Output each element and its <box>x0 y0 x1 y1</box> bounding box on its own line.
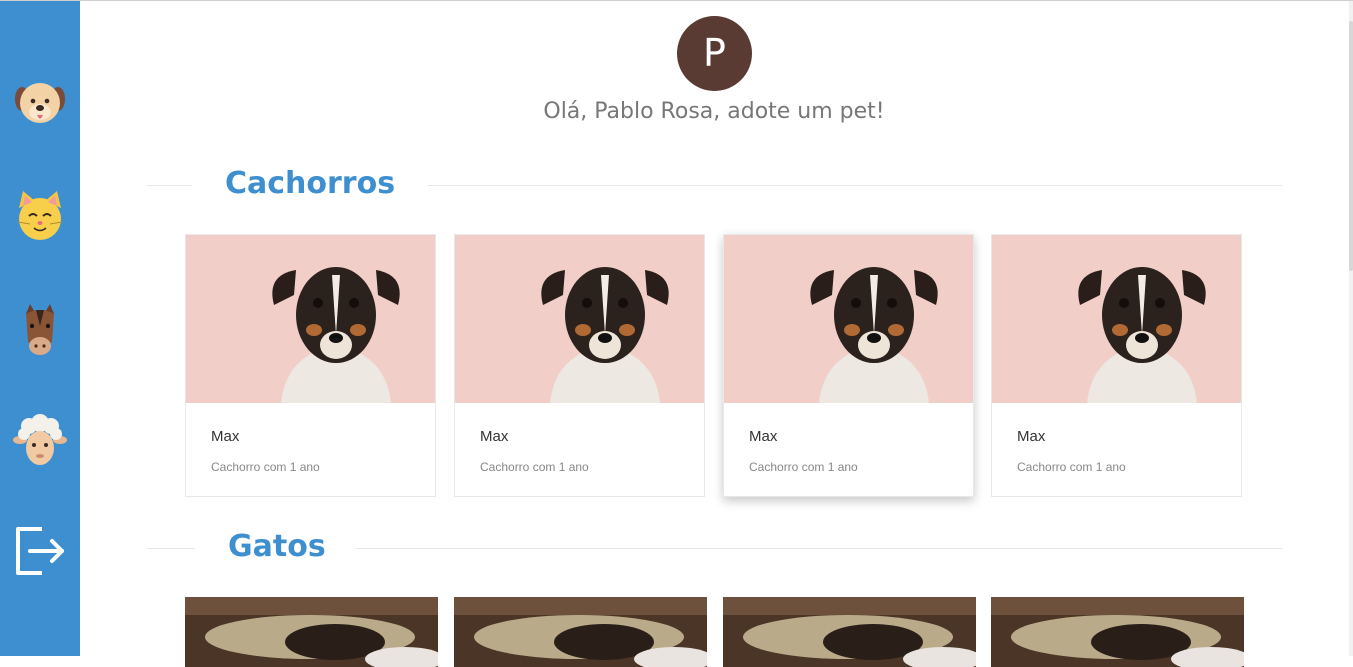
greeting-text: Olá, Pablo Rosa, adote um pet! <box>543 99 885 124</box>
cat-face-icon <box>17 191 63 240</box>
page-scrollbar[interactable] <box>1349 1 1353 656</box>
pet-description: Cachorro com 1 ano <box>480 460 589 474</box>
cat-photo-icon <box>185 597 438 667</box>
pet-description: Cachorro com 1 ano <box>1017 460 1126 474</box>
pet-name: Max <box>749 428 778 445</box>
pet-description: Cachorro com 1 ano <box>749 460 858 474</box>
sidebar-item-cats[interactable] <box>12 188 68 244</box>
pet-photo <box>724 235 973 403</box>
pet-name: Max <box>211 428 240 445</box>
section-divider-right <box>356 548 1282 549</box>
dog-face-icon <box>15 83 65 123</box>
dog-photo-icon <box>724 235 973 403</box>
dog-photo-icon <box>186 235 435 403</box>
logout-icon <box>16 527 64 575</box>
cat-photo-icon <box>991 597 1244 667</box>
pet-photo <box>992 235 1241 403</box>
pet-card[interactable]: Max Cachorro com 1 ano <box>991 234 1242 497</box>
scrollbar-thumb[interactable] <box>1349 21 1353 271</box>
pet-card[interactable] <box>723 597 976 667</box>
pet-card[interactable] <box>454 597 707 667</box>
pet-photo <box>186 235 435 403</box>
sidebar-item-logout[interactable] <box>12 523 68 579</box>
sheep-face-icon <box>13 414 67 465</box>
pet-card[interactable]: Max Cachorro com 1 ano <box>723 234 974 497</box>
top-border <box>0 0 1353 1</box>
pet-card[interactable] <box>185 597 438 667</box>
pet-description: Cachorro com 1 ano <box>211 460 320 474</box>
section-divider-right <box>428 185 1282 186</box>
dog-photo-icon <box>992 235 1241 403</box>
pet-name: Max <box>1017 428 1046 445</box>
section-title-dogs: Cachorros <box>225 166 396 201</box>
avatar: P <box>677 16 752 91</box>
sidebar-item-sheep[interactable] <box>12 414 68 470</box>
pet-name: Max <box>480 428 509 445</box>
sidebar <box>0 1 80 656</box>
section-divider-left <box>147 548 195 549</box>
cat-photo-icon <box>723 597 976 667</box>
pet-photo <box>455 235 704 403</box>
section-divider-left <box>147 185 192 186</box>
pet-card[interactable]: Max Cachorro com 1 ano <box>185 234 436 497</box>
sidebar-item-dogs[interactable] <box>12 75 68 131</box>
horse-face-icon <box>26 304 54 355</box>
section-title-cats: Gatos <box>228 529 326 564</box>
cat-photo-icon <box>454 597 707 667</box>
pet-card[interactable]: Max Cachorro com 1 ano <box>454 234 705 497</box>
sidebar-item-horses[interactable] <box>12 302 68 358</box>
dog-photo-icon <box>455 235 704 403</box>
pet-card[interactable] <box>991 597 1244 667</box>
